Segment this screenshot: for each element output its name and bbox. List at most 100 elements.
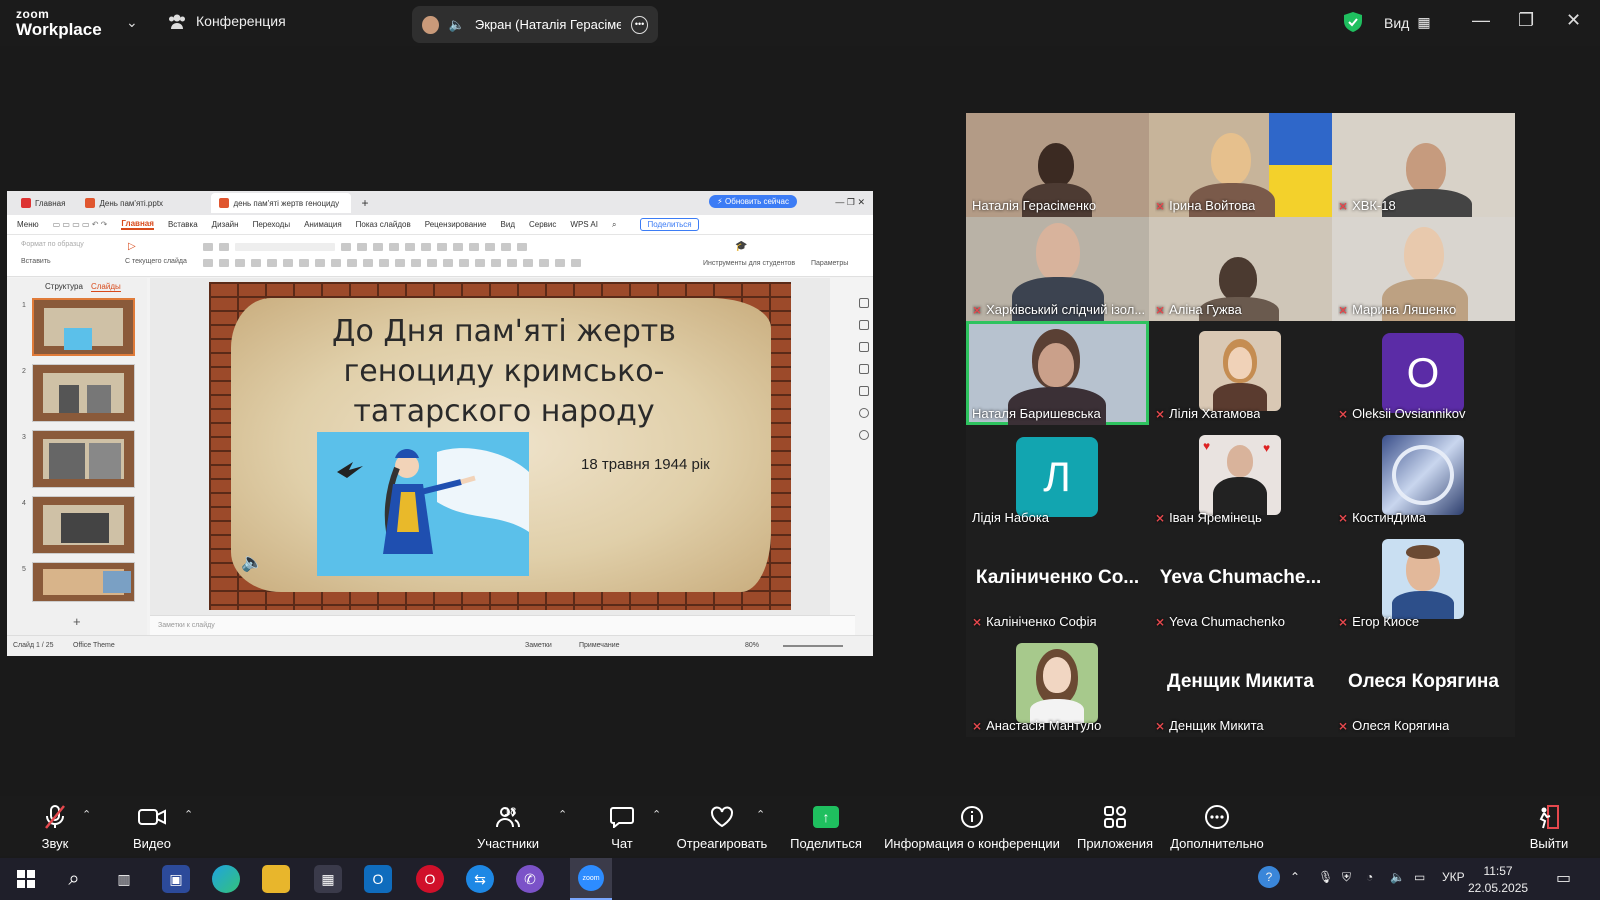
comment-toggle[interactable]: Примечание — [579, 642, 620, 649]
new-tab-icon[interactable]: + — [361, 196, 368, 210]
participant-tile[interactable]: ⨯ Анастасія Мантуло — [966, 633, 1149, 737]
menu-slideshow[interactable]: Показ слайдов — [356, 220, 411, 229]
help-icon[interactable] — [859, 430, 869, 440]
menu-transitions[interactable]: Переходы — [253, 220, 291, 229]
participant-tile-active-speaker[interactable]: Наталя Баришевська — [966, 321, 1149, 425]
tool-icon[interactable] — [859, 298, 869, 308]
screen-share-indicator[interactable]: 🔈 Экран (Наталія Герасіменко) ••• — [412, 6, 658, 43]
participant-tile[interactable]: ⨯ Аліна Гужва — [1149, 217, 1332, 321]
menu-design[interactable]: Дизайн — [212, 220, 239, 229]
participant-tile[interactable]: Yeva Chumache... ⨯ Yeva Chumachenko — [1149, 529, 1332, 633]
tab-slides[interactable]: Слайды — [90, 282, 121, 292]
wps-share-button[interactable]: Поделиться — [640, 218, 699, 231]
chevron-down-icon[interactable]: ⌄ — [126, 14, 138, 31]
tab-structure[interactable]: Структура — [45, 282, 83, 292]
window-controls[interactable]: — ❐ ✕ — [835, 197, 865, 208]
close-icon[interactable]: ✕ — [1566, 10, 1581, 31]
format-painter-button[interactable]: Формат по образцу — [21, 241, 84, 248]
menu-wps-ai[interactable]: WPS AI — [570, 220, 598, 229]
wifi-icon[interactable]: ◔ — [1366, 870, 1373, 884]
participants-button[interactable]: 18 Участники — [474, 804, 542, 851]
meeting-menu[interactable]: Конференция — [168, 13, 286, 29]
params-button[interactable]: Параметры — [811, 260, 848, 267]
tab-active-document[interactable]: день пам'яті жертв геноциду — [211, 193, 352, 213]
meeting-info-button[interactable]: Информация о конференции — [884, 804, 1060, 851]
tab-home[interactable]: Главная — [13, 193, 73, 213]
task-view-icon[interactable]: ▥ — [110, 865, 138, 893]
more-options-icon[interactable]: ••• — [631, 15, 648, 34]
opera-icon[interactable]: O — [416, 865, 444, 893]
language-indicator[interactable]: УКР — [1442, 870, 1465, 884]
menu-insert[interactable]: Вставка — [168, 220, 198, 229]
zoom-level[interactable]: 80% — [745, 642, 759, 649]
ribbon-icons-row-1[interactable] — [203, 243, 527, 251]
slide-canvas[interactable]: До Дня пам'яті жертв геноциду кримсько-т… — [150, 278, 830, 615]
participant-tile[interactable]: ⨯ Егор Киосе — [1332, 529, 1515, 633]
tool-icon[interactable] — [859, 320, 869, 330]
slide-thumbnail-4[interactable] — [32, 496, 135, 554]
notes-field[interactable]: Заметки к слайду — [150, 615, 855, 635]
viber-icon[interactable]: ✆ — [516, 865, 544, 893]
teamviewer-icon[interactable]: ⇆ — [466, 865, 494, 893]
menu-animation[interactable]: Анимация — [304, 220, 342, 229]
menu-view[interactable]: Вид — [501, 220, 515, 229]
participant-tile[interactable]: ♥ ♥ ⨯ Іван Яремінець — [1149, 425, 1332, 529]
paste-button[interactable]: Вставить — [21, 258, 51, 265]
share-screen-button[interactable]: ↑ Поделиться — [790, 804, 862, 851]
caret-up-icon[interactable]: ⌃ — [82, 808, 91, 821]
participant-tile[interactable]: Каліниченко Со... ⨯ Калініченко Софія — [966, 529, 1149, 633]
tab-document[interactable]: День пам'яті.pptx — [77, 193, 207, 213]
minimize-icon[interactable]: — — [1472, 10, 1490, 31]
participant-tile[interactable]: ⨯ Марина Ляшенко — [1332, 217, 1515, 321]
chevron-up-icon[interactable]: ⌃ — [1290, 870, 1300, 884]
caret-up-icon[interactable]: ⌃ — [652, 808, 661, 821]
participant-tile[interactable]: ⨯ КостинДима — [1332, 425, 1515, 529]
audio-button[interactable]: Звук — [38, 804, 72, 851]
slide-thumbnail-5[interactable] — [32, 562, 135, 602]
zoom-slider[interactable] — [783, 645, 843, 647]
participant-tile[interactable]: Л Лідія Набока — [966, 425, 1149, 529]
from-slide-button[interactable]: С текущего слайда — [125, 258, 187, 265]
battery-icon[interactable]: ▭ — [1414, 870, 1425, 884]
restore-icon[interactable]: ❐ — [1518, 10, 1534, 31]
help-tray-icon[interactable]: ? — [1258, 866, 1280, 888]
clock[interactable]: 11:57 22.05.2025 — [1468, 863, 1528, 897]
participant-tile[interactable]: ⨯ Ірина Войтова — [1149, 113, 1332, 217]
slide-thumbnail-3[interactable] — [32, 430, 135, 488]
file-icons[interactable]: ▭ ▭ ▭ ▭ ↶ ↷ — [53, 220, 108, 229]
caret-up-icon[interactable]: ⌃ — [558, 808, 567, 821]
slide-thumbnail-2[interactable] — [32, 364, 135, 422]
slide-thumbnail-1[interactable] — [32, 298, 135, 356]
shield-icon[interactable] — [1344, 12, 1362, 32]
current-slide[interactable]: До Дня пам'яті жертв геноциду кримсько-т… — [209, 282, 791, 610]
video-button[interactable]: Видео — [132, 804, 172, 851]
history-icon[interactable] — [859, 408, 869, 418]
leave-button[interactable]: Выйти — [1528, 804, 1570, 851]
participant-tile[interactable]: Денщик Микита ⨯ Денщик Микита — [1149, 633, 1332, 737]
chat-button[interactable]: Чат — [604, 804, 640, 851]
volume-icon[interactable]: 🔈 — [1390, 870, 1405, 884]
play-icon[interactable]: ▷ — [128, 241, 136, 252]
participant-tile[interactable]: O ⨯ Oleksii Ovsiannikov — [1332, 321, 1515, 425]
participant-tile[interactable]: ⨯ Харківський слідчий ізол... — [966, 217, 1149, 321]
star-icon[interactable] — [859, 364, 869, 374]
zoom-taskbar-icon[interactable]: zoom — [570, 858, 612, 900]
menu-review[interactable]: Рецензирование — [425, 220, 487, 229]
tool-icon[interactable] — [859, 342, 869, 352]
more-button[interactable]: Дополнительно — [1170, 804, 1264, 851]
store-icon[interactable]: ▦ — [314, 865, 342, 893]
notifications-icon[interactable]: ▭ — [1556, 868, 1571, 888]
file-explorer-icon[interactable] — [262, 865, 290, 893]
participant-tile[interactable]: ⨯ Лілія Хатамова — [1149, 321, 1332, 425]
security-tray-icon[interactable]: ⛨ — [1342, 870, 1351, 885]
windows-start-icon[interactable] — [12, 865, 40, 893]
save-app-icon[interactable]: ▣ — [162, 865, 190, 893]
caret-up-icon[interactable]: ⌃ — [756, 808, 765, 821]
menu-home[interactable]: Главная — [121, 219, 154, 230]
view-button[interactable]: Вид ▦ — [1384, 14, 1431, 31]
tool-icon[interactable] — [859, 386, 869, 396]
student-tools-button[interactable]: Инструменты для студентов — [703, 260, 795, 267]
menu-tools[interactable]: Сервис — [529, 220, 556, 229]
apps-button[interactable]: Приложения — [1074, 804, 1156, 851]
outlook-icon[interactable]: O — [364, 865, 392, 893]
